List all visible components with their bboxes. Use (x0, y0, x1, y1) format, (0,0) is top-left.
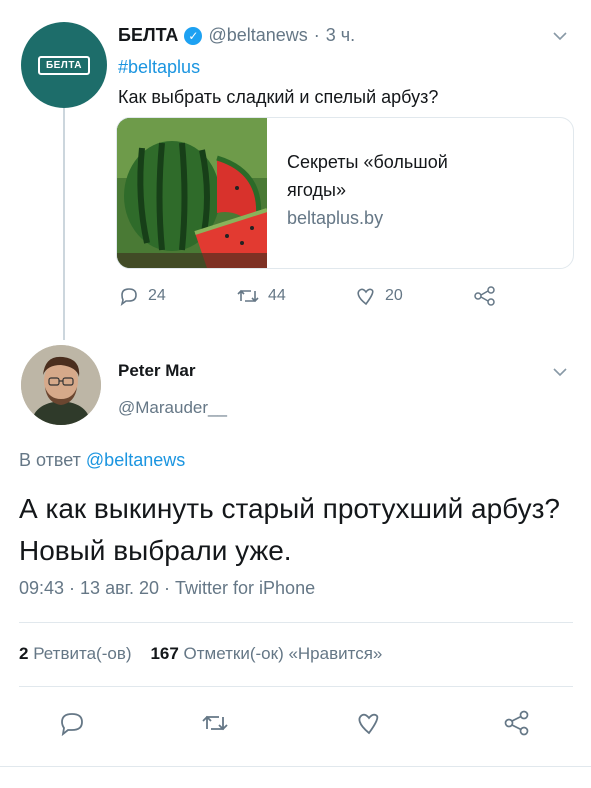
avatar[interactable] (21, 345, 101, 425)
retweet-button[interactable] (200, 710, 230, 736)
tweet-header: БЕЛТА ✓ @beltanews · 3 ч. (118, 25, 355, 46)
tweet-meta[interactable]: 09:43 · 13 авг. 20 · Twitter for iPhone (19, 578, 315, 599)
like-button[interactable] (355, 710, 383, 736)
retweet-icon (200, 710, 230, 736)
divider (0, 766, 591, 767)
tweet-text: Как выбрать сладкий и спелый арбуз? (118, 87, 439, 107)
reply-icon (118, 286, 140, 306)
retweet-action[interactable]: 44 (236, 286, 286, 306)
reply-author-name[interactable]: Peter Mar (118, 361, 195, 381)
divider (19, 686, 573, 687)
likes-stat[interactable]: 167 Отметки(-ок) «Нравится» (150, 644, 382, 663)
share-icon (502, 710, 532, 736)
share-button[interactable] (502, 710, 532, 736)
retweet-count: 44 (268, 287, 286, 304)
chevron-down-icon[interactable] (552, 28, 568, 44)
card-domain: beltaplus.by (287, 208, 384, 228)
belta-logo: БЕЛТА (37, 55, 91, 75)
hashtag-link[interactable]: #beltaplus (118, 57, 200, 78)
like-action[interactable]: 20 (355, 286, 403, 306)
divider (19, 622, 573, 623)
like-count: 20 (385, 287, 403, 304)
tweet-stats: 2 Ретвита(-ов) 167 Отметки(-ок) «Нравитс… (19, 644, 382, 664)
retweets-stat[interactable]: 2 Ретвита(-ов) (19, 644, 132, 663)
reply-action[interactable]: 24 (118, 286, 166, 306)
reply-to-link[interactable]: @beltanews (86, 450, 185, 470)
reply-author-handle[interactable]: @Marauder__ (118, 398, 227, 418)
retweet-icon (236, 286, 260, 306)
reply-text: А как выкинуть старый протухший арбуз? Н… (19, 493, 560, 566)
verified-icon: ✓ (184, 26, 203, 45)
avatar[interactable]: БЕЛТА (21, 22, 107, 108)
reply-button[interactable] (58, 710, 86, 736)
share-icon (473, 286, 497, 306)
share-action[interactable] (473, 286, 497, 306)
thread-line (63, 108, 65, 340)
watermelon-image (117, 118, 267, 268)
link-card[interactable]: Секреты «большой ягоды» beltaplus.by (116, 117, 574, 269)
like-icon (355, 710, 383, 736)
card-title-line2: ягоды» (287, 180, 346, 200)
reply-prefix: В ответ (19, 450, 81, 470)
reply-icon (58, 710, 86, 736)
author-handle[interactable]: @beltanews (208, 25, 307, 46)
reply-to-line: В ответ @beltanews (19, 450, 185, 471)
reply-count: 24 (148, 287, 166, 304)
card-text: Секреты «большой ягоды» beltaplus.by (287, 148, 448, 232)
dot-separator: · (313, 25, 320, 45)
author-name[interactable]: БЕЛТА (118, 25, 178, 46)
card-title-line1: Секреты «большой (287, 152, 448, 172)
tweet-time[interactable]: 3 ч. (326, 25, 355, 46)
chevron-down-icon[interactable] (552, 364, 568, 380)
like-icon (355, 286, 377, 306)
